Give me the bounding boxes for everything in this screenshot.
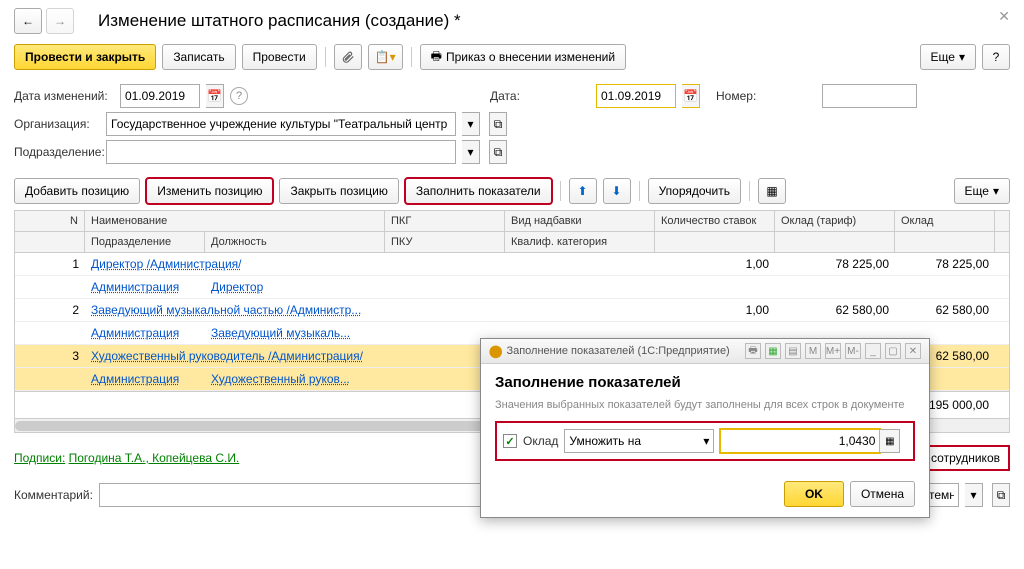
col-pku[interactable]: ПКУ bbox=[385, 232, 505, 252]
more-button[interactable]: Еще ▾ bbox=[920, 44, 976, 70]
row-name[interactable]: Заведующий музыкальной частью /Администр… bbox=[85, 299, 385, 321]
col-oklad[interactable]: Оклад bbox=[895, 211, 995, 231]
nav-back-button[interactable]: ← bbox=[14, 8, 42, 34]
multiplier-input[interactable] bbox=[720, 429, 880, 453]
modal-calendar-icon[interactable]: ▦ bbox=[765, 343, 781, 359]
order-button[interactable]: 🖶 Приказ о внесении изменений bbox=[420, 44, 626, 70]
page-title: Изменение штатного расписания (создание)… bbox=[98, 11, 461, 31]
col-name[interactable]: Наименование bbox=[85, 211, 385, 231]
oklad-label: Оклад bbox=[523, 434, 558, 448]
row-position[interactable]: Художественный руков... bbox=[205, 368, 385, 390]
move-down-button[interactable]: ⬇ bbox=[603, 178, 631, 204]
sort-button[interactable]: Упорядочить bbox=[648, 178, 741, 204]
modal-ok-button[interactable]: OK bbox=[784, 481, 844, 507]
add-position-button[interactable]: Добавить позицию bbox=[14, 178, 140, 204]
calendar-icon[interactable]: 📅 bbox=[206, 84, 224, 108]
separator bbox=[325, 47, 326, 67]
open-icon[interactable]: ⧉ bbox=[489, 112, 507, 136]
comment-label: Комментарий: bbox=[14, 488, 93, 502]
col-oklad-tarif[interactable]: Оклад (тариф) bbox=[775, 211, 895, 231]
submit-button[interactable]: Провести bbox=[242, 44, 317, 70]
row-position[interactable]: Заведующий музыкаль... bbox=[205, 322, 385, 344]
help-icon[interactable]: ? bbox=[230, 87, 248, 105]
move-up-button[interactable]: ⬆ bbox=[569, 178, 597, 204]
modal-mminus-button[interactable]: M- bbox=[845, 343, 861, 359]
save-button[interactable]: Записать bbox=[162, 44, 235, 70]
date-label: Дата: bbox=[490, 89, 590, 103]
table-row[interactable]: 1Директор /Администрация/1,0078 225,0078… bbox=[15, 253, 1009, 276]
row-dept[interactable]: Администрация bbox=[85, 322, 205, 344]
edit-position-button[interactable]: Изменить позицию bbox=[146, 178, 273, 204]
calendar-icon[interactable]: 📅 bbox=[682, 84, 700, 108]
date-change-input[interactable] bbox=[120, 84, 200, 108]
operation-select[interactable]: Умножить на ▾ bbox=[564, 429, 714, 453]
open-icon[interactable]: ⧉ bbox=[992, 483, 1010, 507]
printer-icon: 🖶 bbox=[431, 47, 442, 68]
date-change-label: Дата изменений: bbox=[14, 89, 114, 103]
calculator-icon[interactable]: ▦ bbox=[880, 429, 900, 453]
submit-close-button[interactable]: Провести и закрыть bbox=[14, 44, 156, 70]
attach-button[interactable] bbox=[334, 44, 362, 70]
modal-title: Заполнение показателей (1С:Предприятие) bbox=[506, 345, 741, 357]
col-kvalif[interactable]: Квалиф. категория bbox=[505, 232, 655, 252]
nav-forward-button[interactable]: → bbox=[46, 8, 74, 34]
row-dept[interactable]: Администрация bbox=[85, 368, 205, 390]
date-input[interactable] bbox=[596, 84, 676, 108]
paperclip-icon bbox=[341, 50, 355, 64]
row-position[interactable]: Директор bbox=[205, 276, 385, 298]
col-pkg[interactable]: ПКГ bbox=[385, 211, 505, 231]
signers-label[interactable]: Подписи: bbox=[14, 451, 65, 465]
oklad-checkbox[interactable]: ✓ bbox=[503, 434, 517, 448]
row-name[interactable]: Художественный руководитель /Администрац… bbox=[85, 345, 385, 367]
col-n[interactable]: N bbox=[15, 211, 85, 231]
dropdown-icon[interactable]: ▾ bbox=[462, 140, 480, 164]
separator bbox=[411, 47, 412, 67]
copy-button[interactable]: 📋▾ bbox=[368, 44, 403, 70]
separator bbox=[749, 181, 750, 201]
modal-calc-icon[interactable]: ▤ bbox=[785, 343, 801, 359]
org-label: Организация: bbox=[14, 117, 114, 131]
dropdown-icon[interactable]: ▾ bbox=[462, 112, 480, 136]
row-name[interactable]: Директор /Администрация/ bbox=[85, 253, 385, 275]
table-row[interactable]: 2Заведующий музыкальной частью /Админист… bbox=[15, 299, 1009, 322]
help-button[interactable]: ? bbox=[982, 44, 1010, 70]
signers-names[interactable]: Погодина Т.А., Копейцева С.И. bbox=[69, 451, 240, 465]
modal-heading: Заполнение показателей bbox=[495, 374, 915, 391]
app-icon: ⬤ bbox=[489, 344, 502, 358]
row-dept[interactable]: Администрация bbox=[85, 276, 205, 298]
table-more-button[interactable]: Еще ▾ bbox=[954, 178, 1010, 204]
modal-m-button[interactable]: M bbox=[805, 343, 821, 359]
dept-label: Подразделение: bbox=[14, 145, 114, 159]
chevron-down-icon: ▾ bbox=[703, 434, 709, 448]
modal-close-button[interactable]: ✕ bbox=[905, 343, 921, 359]
col-nadbav[interactable]: Вид надбавки bbox=[505, 211, 655, 231]
table-subrow[interactable]: АдминистрацияДиректор bbox=[15, 276, 1009, 299]
close-icon[interactable]: ✕ bbox=[998, 8, 1010, 25]
modal-restore-button[interactable]: ▢ bbox=[885, 343, 901, 359]
col-dept[interactable]: Подразделение bbox=[85, 232, 205, 252]
columns-button[interactable]: ▦ bbox=[758, 178, 786, 204]
modal-description: Значения выбранных показателей будут зап… bbox=[495, 399, 915, 411]
separator bbox=[639, 181, 640, 201]
number-label: Номер: bbox=[716, 89, 816, 103]
open-icon[interactable]: ⧉ bbox=[489, 140, 507, 164]
close-position-button[interactable]: Закрыть позицию bbox=[279, 178, 398, 204]
modal-mplus-button[interactable]: M+ bbox=[825, 343, 841, 359]
col-pos[interactable]: Должность bbox=[205, 232, 385, 252]
fill-indicators-modal: ⬤ Заполнение показателей (1С:Предприятие… bbox=[480, 338, 930, 518]
fill-indicators-button[interactable]: Заполнить показатели bbox=[405, 178, 552, 204]
number-input[interactable] bbox=[822, 84, 917, 108]
col-stavok[interactable]: Количество ставок bbox=[655, 211, 775, 231]
dropdown-icon[interactable]: ▾ bbox=[965, 483, 983, 507]
modal-cancel-button[interactable]: Отмена bbox=[850, 481, 915, 507]
modal-minimize-button[interactable]: _ bbox=[865, 343, 881, 359]
dept-input[interactable] bbox=[106, 140, 456, 164]
org-input[interactable] bbox=[106, 112, 456, 136]
separator bbox=[560, 181, 561, 201]
modal-print-icon[interactable]: 🖶 bbox=[745, 343, 761, 359]
